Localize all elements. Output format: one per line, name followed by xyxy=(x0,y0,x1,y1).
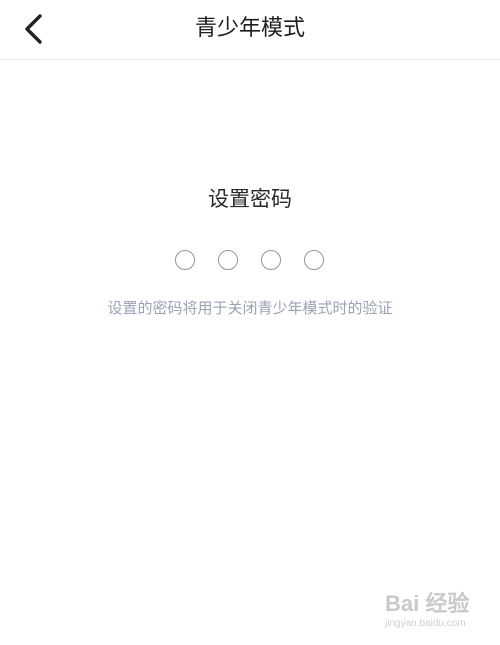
watermark-brand: Bai 经验 xyxy=(385,591,470,616)
watermark-url: jingyan.baidu.com xyxy=(385,618,466,629)
pin-dot xyxy=(261,250,281,270)
watermark-logo: Bai 经验 jingyan.baidu.com xyxy=(385,590,490,638)
pin-input[interactable] xyxy=(175,250,327,272)
pin-dot xyxy=(304,250,324,270)
pin-dot xyxy=(175,250,195,270)
top-nav-bar: 青少年模式 xyxy=(0,0,500,60)
password-hint-text: 设置的密码将用于关闭青少年模式时的验证 xyxy=(107,299,393,317)
set-password-heading: 设置密码 xyxy=(208,187,292,211)
page-title: 青少年模式 xyxy=(194,16,305,41)
pin-dot xyxy=(218,250,238,270)
